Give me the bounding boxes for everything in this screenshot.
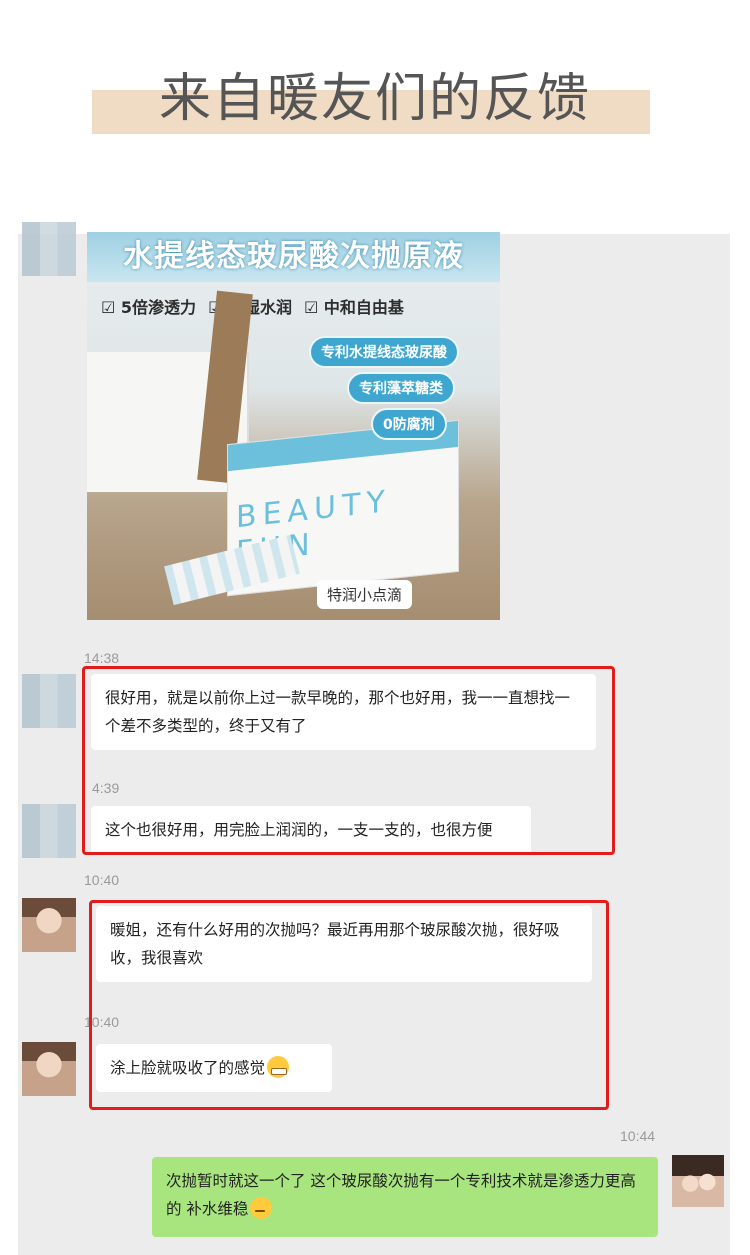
message-bubble[interactable]: 次抛暂时就这一个了 这个玻尿酸次抛有一个专利技术就是渗透力更高的 补水维稳	[152, 1157, 658, 1237]
avatar[interactable]	[22, 898, 76, 952]
avatar[interactable]	[22, 804, 76, 858]
message-time: 10:40	[84, 872, 120, 888]
highlight-box	[82, 666, 615, 855]
avatar[interactable]	[22, 1042, 76, 1096]
message-time: 14:38	[84, 650, 120, 666]
page-title: 来自暖友们的反馈	[158, 69, 591, 129]
avatar[interactable]	[22, 222, 76, 276]
message-text: 次抛暂时就这一个了 这个玻尿酸次抛有一个专利技术就是渗透力更高的 补水维稳	[166, 1172, 636, 1218]
feature-pill: 专利藻萃糖类	[347, 372, 455, 404]
feature-pill: 0防腐剂	[371, 408, 447, 440]
product-headline: 水提线态玻尿酸次抛原液	[87, 232, 500, 282]
product-note: 特润小点滴	[317, 580, 413, 609]
thinking-emoji	[250, 1197, 273, 1219]
avatar[interactable]	[672, 1155, 724, 1207]
feature-pill: 专利水提线态玻尿酸	[309, 336, 459, 368]
feature-item: ☑ 中和自由基	[303, 298, 404, 317]
banner: 来自暖友们的反馈	[0, 0, 750, 215]
feature-item: ☑ 5倍渗透力	[101, 298, 197, 317]
avatar[interactable]	[22, 674, 76, 728]
product-features: ☑ 5倍渗透力 ☑ 葆湿水润 ☑ 中和自由基	[101, 294, 491, 318]
message-time: 10:44	[620, 1128, 656, 1144]
highlight-box	[89, 900, 609, 1110]
chat-screenshot: 水提线态玻尿酸次抛原液 ☑ 5倍渗透力 ☑ 葆湿水润 ☑ 中和自由基 BEAUT…	[18, 222, 730, 1255]
product-image[interactable]: 水提线态玻尿酸次抛原液 ☑ 5倍渗透力 ☑ 葆湿水润 ☑ 中和自由基 BEAUT…	[87, 232, 500, 620]
